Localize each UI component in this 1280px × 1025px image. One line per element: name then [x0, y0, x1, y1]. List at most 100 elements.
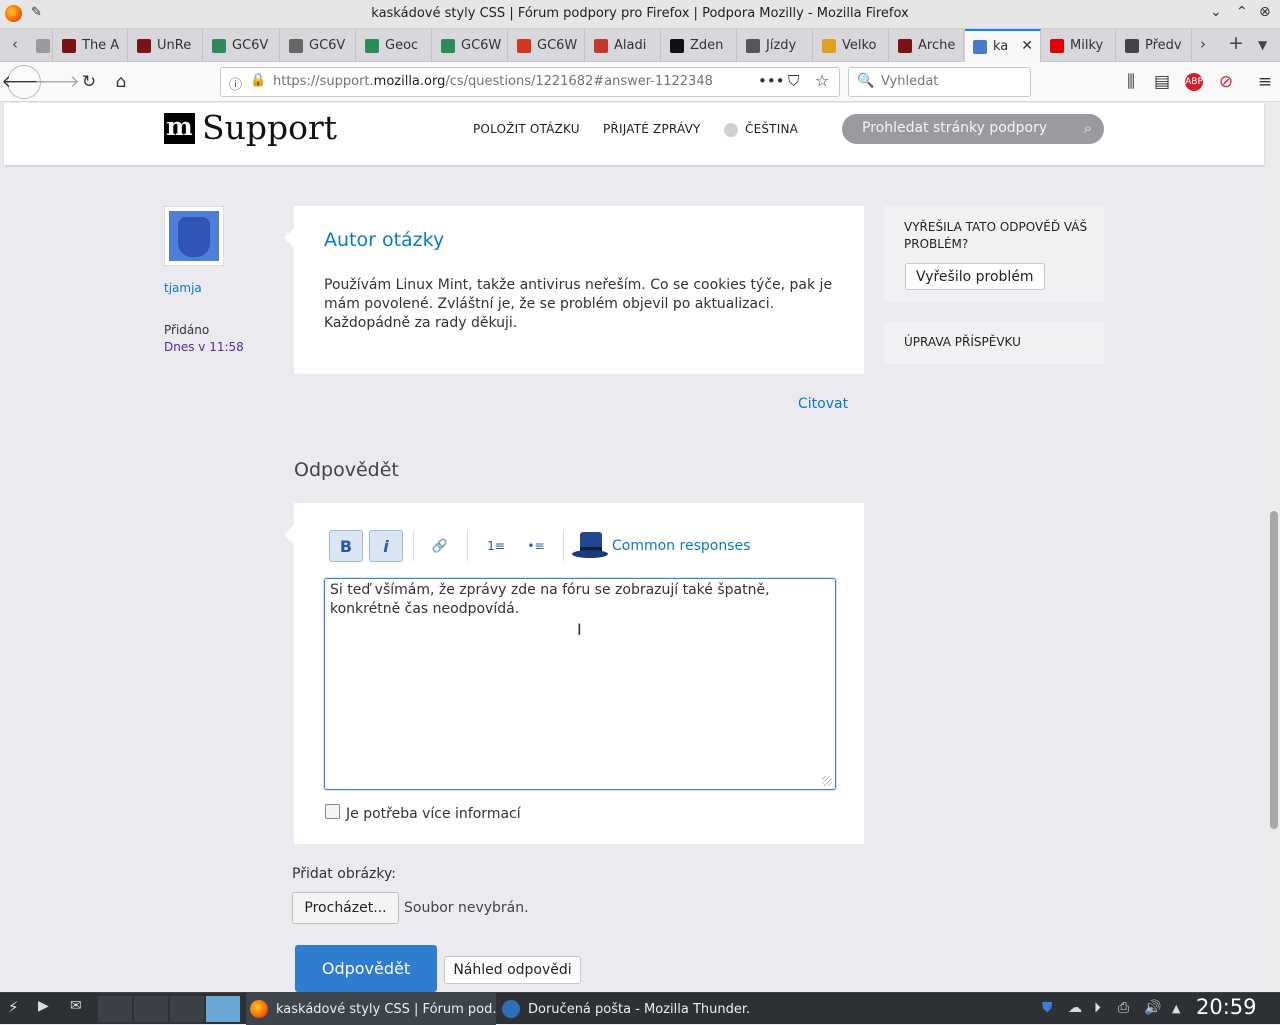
app-launcher-icon[interactable]: ⚡: [8, 998, 19, 1016]
magic-hat-icon[interactable]: [572, 530, 610, 562]
reload-button[interactable]: ↻: [75, 68, 103, 96]
support-logo-text[interactable]: Support: [202, 108, 337, 147]
tab-list-icon[interactable]: ▼: [1258, 38, 1267, 52]
tab-favicon-icon: [36, 38, 50, 53]
answer-author-heading: Autor otázky: [324, 229, 445, 251]
link-button[interactable]: 🔗: [423, 530, 457, 562]
ordered-list-button[interactable]: 1≡: [479, 530, 513, 562]
common-responses-link[interactable]: Common responses: [612, 538, 750, 554]
page-actions-icon[interactable]: •••: [758, 72, 785, 90]
unordered-list-button[interactable]: •≡: [519, 530, 553, 562]
tab-favicon-icon: [212, 38, 226, 53]
taskbar-thunderbird[interactable]: Doručená pošta - Mozilla Thunder...: [500, 993, 750, 1025]
resize-grip-icon[interactable]: [822, 776, 832, 786]
tab[interactable]: GC6W: [509, 29, 585, 62]
tab[interactable]: Arche: [890, 29, 964, 62]
tab[interactable]: Velko: [814, 29, 889, 62]
tab-strip: ‹ The A UnRe GC6V GC6V Geoc GC6W GC6W Al…: [0, 29, 1280, 62]
bookmark-star-icon[interactable]: ☆: [815, 71, 829, 90]
virtual-desktop-4[interactable]: [206, 996, 240, 1022]
virtual-desktop-1[interactable]: [98, 996, 132, 1022]
thunderbird-launcher-icon[interactable]: ✉: [70, 998, 82, 1014]
tab[interactable]: GC6V: [204, 29, 280, 62]
nav-language[interactable]: ČEŠTINA: [745, 122, 798, 136]
solved-button[interactable]: Vyřešilo problém: [905, 263, 1045, 290]
tab-favicon-icon: [670, 38, 684, 53]
preview-reply-button[interactable]: Náhled odpovědi: [444, 956, 581, 984]
tab[interactable]: Geoc: [357, 29, 432, 62]
search-engine-icon[interactable]: 🔍: [857, 73, 874, 89]
add-images-label: Přidat obrázky:: [292, 866, 396, 882]
forward-button[interactable]: 🡒: [34, 68, 80, 96]
tray-expand-icon[interactable]: ▲: [1172, 1002, 1180, 1015]
minimize-icon[interactable]: ⌄: [1210, 4, 1222, 20]
new-tab-icon[interactable]: +: [1228, 32, 1244, 54]
mozilla-logo[interactable]: m: [164, 113, 195, 144]
tab[interactable]: GC6V: [281, 29, 356, 62]
username-link[interactable]: tjamja: [164, 281, 202, 295]
nav-ask-question[interactable]: POLOŽIT OTÁZKU: [473, 122, 580, 136]
tab[interactable]: Zden: [662, 29, 737, 62]
info-icon[interactable]: ⓘ: [229, 74, 242, 93]
tab-favicon-icon: [517, 38, 531, 53]
browse-button[interactable]: Procházet...: [292, 892, 399, 924]
maximize-icon[interactable]: ⌃: [1236, 4, 1248, 20]
site-search-input[interactable]: Prohledat stránky podpory ⌕: [842, 114, 1104, 144]
media-icon[interactable]: ⏵: [1094, 1000, 1101, 1016]
library-icon[interactable]: ⫼: [1117, 68, 1145, 96]
answer-body: Používám Linux Mint, takže antivirus neř…: [324, 277, 833, 331]
tab-favicon-icon: [137, 38, 151, 53]
search-icon[interactable]: ⌕: [1084, 119, 1092, 137]
nav-inbox[interactable]: PŘIJATÉ ZPRÁVY: [603, 122, 701, 136]
tabs-scroll-left-icon[interactable]: ‹: [12, 35, 18, 53]
edit-post-box[interactable]: ÚPRAVA PŘÍSPĚVKU: [884, 322, 1104, 364]
firefox-favicon-icon: [973, 39, 987, 54]
volume-icon[interactable]: 🔊: [1144, 1000, 1161, 1016]
tab[interactable]: The A: [54, 29, 128, 62]
tab[interactable]: Předv: [1117, 29, 1192, 62]
tab[interactable]: Jízdy: [738, 29, 813, 62]
answer-card: Autor otázky Používám Linux Mint, takže …: [284, 206, 864, 374]
added-date[interactable]: Dnes v 11:58: [164, 340, 244, 354]
need-info-checkbox[interactable]: [325, 804, 340, 819]
sidebar-icon[interactable]: ▤: [1148, 68, 1176, 96]
submit-reply-button[interactable]: Odpovědět: [295, 945, 437, 992]
close-tab-icon[interactable]: ✕: [1021, 38, 1033, 54]
close-window-icon[interactable]: ⊗: [1259, 4, 1271, 20]
reply-textarea[interactable]: Si teď všímám, že zprávy zde na fóru se …: [324, 578, 836, 790]
tabs-scroll-right-icon[interactable]: ›: [1200, 35, 1206, 53]
bold-button[interactable]: B: [329, 530, 363, 562]
avatar[interactable]: [164, 206, 224, 266]
need-info-label[interactable]: Je potřeba více informací: [346, 806, 521, 822]
cloud-icon[interactable]: ☁: [1068, 1000, 1082, 1016]
edit-post-label: ÚPRAVA PŘÍSPĚVKU: [904, 335, 1021, 349]
taskbar-firefox[interactable]: kaskádové styly CSS | Fórum pod...: [246, 993, 496, 1025]
terminal-icon[interactable]: ▶: [38, 998, 49, 1014]
tab[interactable]: Milky: [1042, 29, 1116, 62]
quote-link[interactable]: Citovat: [798, 396, 848, 412]
page-content: m Support POLOŽIT OTÁZKU PŘIJATÉ ZPRÁVY …: [0, 103, 1268, 992]
virtual-desktop-3[interactable]: [170, 996, 204, 1022]
lock-icon[interactable]: 🔒: [250, 73, 266, 88]
virtual-desktop-2[interactable]: [134, 996, 168, 1022]
menu-icon[interactable]: ≡: [1251, 68, 1279, 96]
home-button[interactable]: ⌂: [107, 68, 135, 96]
clock[interactable]: 20:59: [1196, 995, 1257, 1019]
pocket-icon[interactable]: ⛉: [788, 72, 799, 90]
solution-box: VYŘEŠILA TATO ODPOVĚĎ VÁŠ PROBLÉM? Vyřeš…: [884, 206, 1104, 302]
tab[interactable]: GC6W: [433, 29, 508, 62]
tab[interactable]: Aladi: [586, 29, 661, 62]
tab-active[interactable]: ka ✕: [965, 29, 1041, 62]
scrollbar-thumb[interactable]: [1270, 511, 1278, 829]
extension-icon[interactable]: ⊘: [1212, 68, 1240, 96]
search-bar[interactable]: 🔍 Vyhledat: [848, 67, 1031, 97]
tab[interactable]: UnRe: [129, 29, 203, 62]
page-scrollbar[interactable]: [1268, 103, 1280, 992]
url-bar[interactable]: ⓘ 🔒 https://support.mozilla.org/cs/quest…: [220, 67, 840, 97]
no-file-label: Soubor nevybrán.: [404, 900, 529, 916]
shield-icon[interactable]: ⛊: [1042, 1000, 1053, 1016]
network-icon[interactable]: ⎙: [1118, 1000, 1129, 1016]
adblock-icon[interactable]: ABP: [1185, 73, 1203, 91]
tab[interactable]: [28, 29, 53, 62]
italic-button[interactable]: i: [369, 530, 403, 562]
